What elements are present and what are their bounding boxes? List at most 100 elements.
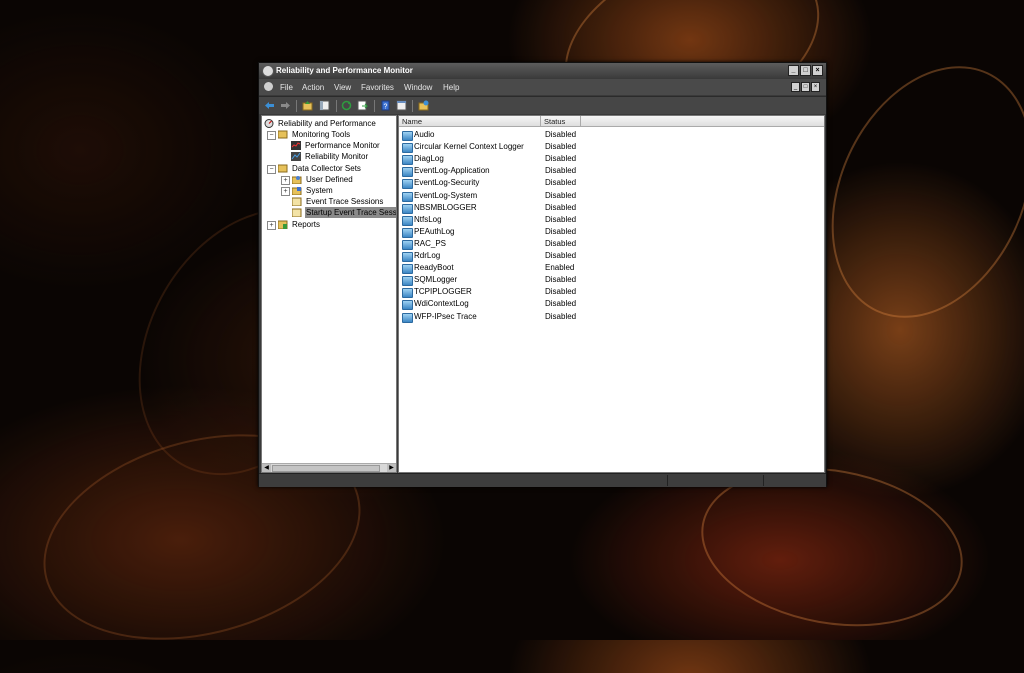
tree-node-reliability-monitor[interactable]: Reliability Monitor — [291, 151, 369, 162]
menu-file[interactable]: File — [280, 83, 293, 92]
list-item-name: NBSMBLOGGER — [414, 202, 477, 212]
list-item[interactable]: EventLog-Security Disabled — [399, 177, 824, 190]
list-item[interactable]: NBSMBLOGGER Disabled — [399, 202, 824, 214]
new-collector-icon[interactable] — [418, 100, 429, 111]
list-item-name: EventLog-System — [414, 190, 478, 200]
collector-list: Name Status Audio Disabled Circular Kernel… — [398, 115, 825, 473]
close-button[interactable]: × — [812, 65, 823, 76]
title-bar[interactable]: Reliability and Performance Monitor _ □ … — [259, 63, 826, 78]
list-item-status: Disabled — [545, 287, 577, 297]
tree-node-reports[interactable]: Reports — [278, 219, 321, 230]
list-item[interactable]: EventLog-Application Disabled — [399, 165, 824, 178]
scroll-left-button[interactable]: ◀ — [262, 464, 271, 472]
list-item[interactable]: TCPIPLOGGER Disabled — [399, 286, 824, 299]
tree-node-event-trace-sessions[interactable]: Event Trace Sessions — [292, 196, 384, 207]
list-item-status: Disabled — [545, 154, 577, 164]
list-item[interactable]: WdiContextLog Disabled — [399, 298, 824, 311]
list-item-name: ReadyBoot — [414, 263, 454, 273]
console-tree: Reliability and Performance − Monitoring… — [261, 115, 397, 473]
column-header-status[interactable]: Status — [541, 116, 581, 127]
trace-session-icon — [402, 276, 413, 287]
list-item-status: Disabled — [545, 275, 577, 285]
tree-node-startup-event-trace-sessions[interactable]: Startup Event Trace Sess — [292, 207, 396, 218]
list-item[interactable]: EventLog-System Disabled — [399, 190, 824, 202]
forward-arrow-icon[interactable] — [280, 100, 291, 111]
refresh-icon[interactable] — [341, 100, 352, 111]
tree-horizontal-scrollbar[interactable]: ◀ ▶ — [262, 463, 396, 472]
list-item-name: SQMLogger — [414, 275, 458, 285]
tree-node-user-defined[interactable]: User Defined — [292, 174, 354, 185]
column-header-filler — [581, 116, 824, 127]
list-item-name: RdrLog — [414, 251, 441, 260]
status-bar — [259, 473, 826, 487]
tree-label-event-trace-sessions: Event Trace Sessions — [306, 197, 384, 206]
list-item[interactable]: NtfsLog Disabled — [399, 214, 824, 226]
tree-node-root[interactable]: Reliability and Performance — [264, 118, 377, 129]
child-restore-button[interactable]: □ — [801, 82, 810, 92]
toolbar: ? — [259, 96, 826, 114]
document-menu-icon[interactable] — [264, 82, 273, 91]
list-item[interactable]: PEAuthLog Disabled — [399, 226, 824, 238]
app-window: Reliability and Performance Monitor _ □ … — [258, 62, 827, 487]
list-item-status: Disabled — [545, 178, 577, 188]
list-item[interactable]: DiagLog Disabled — [399, 153, 824, 166]
list-item-status: Disabled — [545, 238, 577, 248]
toolbar-separator — [336, 100, 337, 112]
scroll-right-button[interactable]: ▶ — [387, 464, 396, 472]
tree-label-root: Reliability and Performance — [278, 119, 376, 128]
trace-session-icon — [402, 131, 413, 141]
export-list-icon[interactable] — [357, 100, 368, 111]
maximize-button[interactable]: □ — [800, 65, 811, 76]
trace-session-icon — [402, 191, 413, 202]
trace-folder-icon — [292, 208, 302, 217]
menu-view[interactable]: View — [334, 83, 351, 92]
tree-node-performance-monitor[interactable]: Performance Monitor — [291, 140, 381, 151]
tree-node-monitoring-tools[interactable]: Monitoring Tools — [278, 129, 351, 140]
tree-label-monitoring-tools: Monitoring Tools — [292, 130, 351, 139]
list-item[interactable]: ReadyBoot Enabled — [399, 262, 824, 275]
toolbar-separator — [374, 100, 375, 112]
up-folder-icon[interactable] — [302, 100, 313, 111]
back-arrow-icon[interactable] — [264, 100, 275, 111]
expand-toggle[interactable]: + — [267, 221, 276, 230]
menu-window[interactable]: Window — [404, 83, 432, 92]
status-divider — [763, 475, 764, 486]
trace-session-icon — [402, 143, 413, 154]
trace-session-icon — [402, 300, 413, 311]
list-item[interactable]: RAC_PS Disabled — [399, 238, 824, 250]
properties-icon[interactable] — [396, 100, 407, 111]
child-close-button[interactable]: × — [811, 82, 820, 92]
list-item[interactable]: SQMLogger Disabled — [399, 274, 824, 287]
tree-label-performance-monitor: Performance Monitor — [305, 141, 380, 150]
menu-favorites[interactable]: Favorites — [361, 83, 394, 92]
minimize-button[interactable]: _ — [788, 65, 799, 76]
scroll-thumb[interactable] — [272, 465, 380, 472]
folder-icon — [278, 130, 288, 139]
help-icon[interactable]: ? — [380, 100, 391, 111]
expand-toggle[interactable]: + — [281, 187, 290, 196]
tree-label-system: System — [306, 186, 333, 195]
list-item[interactable]: RdrLog Disabled — [399, 250, 824, 262]
show-hide-tree-icon[interactable] — [319, 100, 330, 111]
collapse-toggle[interactable]: − — [267, 165, 276, 174]
list-item-status: Disabled — [545, 226, 577, 236]
tree-label-data-collector-sets: Data Collector Sets — [292, 164, 361, 173]
tree-node-data-collector-sets[interactable]: Data Collector Sets — [278, 163, 362, 174]
trace-session-icon — [402, 227, 413, 238]
child-minimize-button[interactable]: _ — [791, 82, 800, 92]
list-item-status: Disabled — [545, 202, 577, 212]
expand-toggle[interactable]: + — [281, 176, 290, 185]
app-icon — [262, 65, 274, 77]
list-item[interactable]: Circular Kernel Context Logger Disabled — [399, 141, 824, 154]
column-header-name[interactable]: Name — [399, 116, 541, 127]
system-folder-icon — [292, 187, 302, 195]
menu-action[interactable]: Action — [302, 83, 324, 92]
tree-node-system[interactable]: System — [292, 185, 334, 196]
menu-help[interactable]: Help — [443, 83, 459, 92]
list-item[interactable]: WFP-IPsec Trace Disabled — [399, 311, 824, 323]
trace-session-icon — [402, 312, 413, 323]
collapse-toggle[interactable]: − — [267, 131, 276, 140]
list-item[interactable]: Audio Disabled — [399, 129, 824, 141]
tree-label-user-defined: User Defined — [306, 175, 353, 184]
tree-label-reports: Reports — [292, 220, 321, 229]
